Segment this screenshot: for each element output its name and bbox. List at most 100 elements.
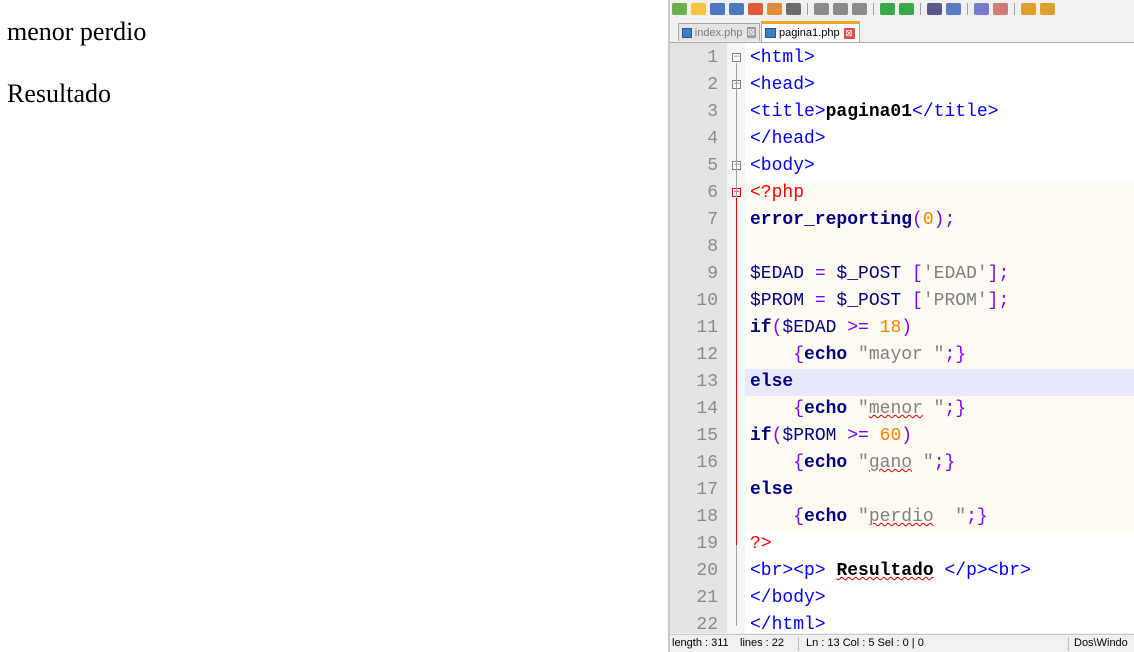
line-number: 4 xyxy=(707,129,718,149)
line-number: 16 xyxy=(696,453,718,473)
code-token: ]; xyxy=(987,264,1010,284)
tab-index-php[interactable]: index.php ⊠ xyxy=(678,23,760,41)
code-line[interactable]: 3 <title>pagina01</title> xyxy=(670,99,1134,126)
save-icon[interactable] xyxy=(710,3,725,15)
code-text-area[interactable]: 1 −<html> 2−<head> 3 <title>pagina01</title>… xyxy=(670,43,1134,633)
line-number: 17 xyxy=(696,480,718,500)
code-line[interactable]: 10 $PROM = $_POST ['PROM']; xyxy=(670,288,1134,315)
find-icon[interactable] xyxy=(927,3,942,15)
zoom-out-icon[interactable] xyxy=(993,3,1008,15)
line-highlight xyxy=(745,369,1134,396)
code-line[interactable]: 21 </body> xyxy=(670,585,1134,612)
toolbar-divider xyxy=(873,3,874,15)
code-token: 18 xyxy=(879,318,902,338)
code-line[interactable]: 9 $EDAD = $_POST ['EDAD']; xyxy=(670,261,1134,288)
code-line[interactable]: 1 − <html> xyxy=(670,45,1134,72)
word-wrap-icon[interactable] xyxy=(1040,3,1055,15)
code-line[interactable]: 18 {echo "perdio ";} xyxy=(670,504,1134,531)
code-editor-window: index.php ⊠ pagina1.php ⊠ 1 −<html> 2−<hea… xyxy=(668,0,1134,652)
code-token: ?> xyxy=(750,534,772,554)
code-line[interactable]: 22 </html> xyxy=(670,612,1134,633)
code-token: ( xyxy=(771,426,783,446)
toolbar-divider xyxy=(807,3,808,15)
code-token: if xyxy=(750,318,772,338)
fold-guide xyxy=(736,198,737,545)
code-token: echo xyxy=(804,507,848,527)
copy-icon[interactable] xyxy=(833,3,848,15)
fold-toggle-icon[interactable]: − xyxy=(732,53,741,62)
code-line[interactable]: 7 error_reporting(0); xyxy=(670,207,1134,234)
close-all-icon[interactable] xyxy=(767,3,782,15)
print-icon[interactable] xyxy=(786,3,801,15)
code-token: "mayor " xyxy=(847,345,945,365)
code-text: </html> xyxy=(750,612,826,633)
replace-icon[interactable] xyxy=(946,3,961,15)
code-line[interactable]: 13 else xyxy=(670,369,1134,396)
redo-icon[interactable] xyxy=(899,3,914,15)
fold-guide xyxy=(736,90,737,140)
code-token: echo xyxy=(804,453,848,473)
code-line[interactable]: 20 <br><p> Resultado </p><br> xyxy=(670,558,1134,585)
status-eol: Dos\Windo xyxy=(1074,637,1128,649)
code-token: <br><p> xyxy=(750,561,826,581)
code-line[interactable]: 5−<body> xyxy=(670,153,1134,180)
code-text: <html> xyxy=(750,45,815,72)
line-number: 9 xyxy=(707,264,718,284)
code-line[interactable]: 4 </head> xyxy=(670,126,1134,153)
code-line[interactable]: 14 {echo "menor ";} xyxy=(670,396,1134,423)
code-token: ;} xyxy=(933,453,956,473)
code-text: <head> xyxy=(750,72,815,99)
code-token: " xyxy=(847,453,869,473)
code-token: ); xyxy=(933,210,956,230)
code-token: " xyxy=(847,399,869,419)
code-line[interactable]: 15 if($PROM >= 60) xyxy=(670,423,1134,450)
code-line[interactable]: 12 {echo "mayor ";} xyxy=(670,342,1134,369)
line-number: 11 xyxy=(696,318,718,338)
close-icon[interactable]: ⊠ xyxy=(746,27,756,38)
code-token: 0 xyxy=(922,210,934,230)
paste-icon[interactable] xyxy=(852,3,867,15)
code-line[interactable]: 6−<?php xyxy=(670,180,1134,207)
save-all-icon[interactable] xyxy=(729,3,744,15)
code-token: [ xyxy=(912,264,923,284)
new-file-icon[interactable] xyxy=(672,3,687,15)
code-text: if($PROM >= 60) xyxy=(750,423,912,450)
code-token: Resultado xyxy=(836,561,934,581)
code-token: <title> xyxy=(750,102,826,122)
code-token: <head> xyxy=(750,75,815,95)
sync-scroll-icon[interactable] xyxy=(1021,3,1036,15)
status-divider xyxy=(1068,637,1069,651)
code-text: </body> xyxy=(750,585,826,612)
line-number: 19 xyxy=(696,534,718,554)
code-line[interactable]: 17 else xyxy=(670,477,1134,504)
undo-icon[interactable] xyxy=(880,3,895,15)
code-line[interactable]: 19 ?> xyxy=(670,531,1134,558)
line-number: 6 xyxy=(707,183,718,203)
code-text: {echo "gano ";} xyxy=(750,450,955,477)
code-token: menor xyxy=(868,399,923,419)
tab-pagina1-php[interactable]: pagina1.php ⊠ xyxy=(761,21,860,42)
code-token: >= xyxy=(847,318,869,338)
line-number: 5 xyxy=(707,156,718,176)
code-line[interactable]: 8 xyxy=(670,234,1134,261)
status-divider xyxy=(798,637,799,651)
code-line[interactable]: 2−<head> xyxy=(670,72,1134,99)
code-line[interactable]: 11 if($EDAD >= 18) xyxy=(670,315,1134,342)
code-token: echo xyxy=(804,345,848,365)
zoom-in-icon[interactable] xyxy=(974,3,989,15)
close-icon[interactable]: ⊠ xyxy=(843,27,855,39)
code-token: $_POST xyxy=(825,291,913,311)
open-file-icon[interactable] xyxy=(691,3,706,15)
cut-icon[interactable] xyxy=(814,3,829,15)
code-text: </head> xyxy=(750,126,826,153)
code-line[interactable]: 16 {echo "gano ";} xyxy=(670,450,1134,477)
code-token: = xyxy=(814,291,826,311)
toolbar-divider xyxy=(920,3,921,15)
code-text: <title>pagina01</title> xyxy=(750,99,998,126)
editor-toolbar xyxy=(670,0,1134,18)
close-file-icon[interactable] xyxy=(748,3,763,15)
